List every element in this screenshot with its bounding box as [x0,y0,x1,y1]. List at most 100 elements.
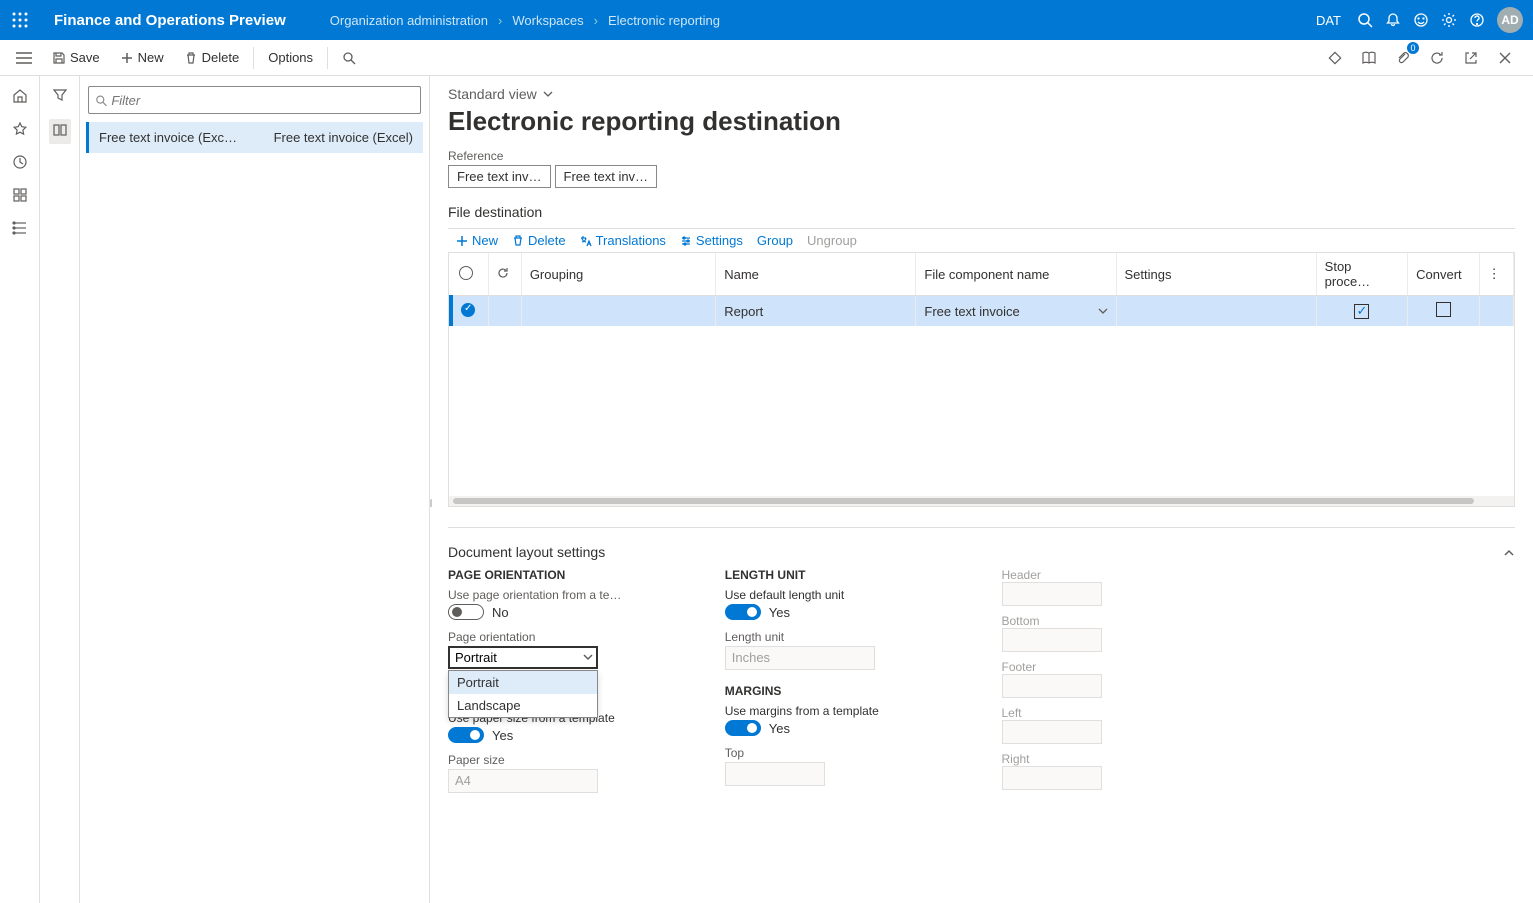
avatar[interactable]: AD [1497,7,1523,33]
refresh-icon[interactable] [497,267,509,279]
dls-section-title: Document layout settings [448,544,605,560]
badge-count: 0 [1407,42,1419,54]
option-portrait[interactable]: Portrait [449,671,597,694]
grid-delete-button[interactable]: Delete [512,233,566,248]
top-margin-input [725,762,825,786]
view-selector[interactable]: Standard view [448,86,1515,102]
delete-label: Delete [202,50,240,65]
reference-value-2[interactable]: Free text inv… [555,165,658,188]
splitter-handle[interactable]: ⦀ [430,490,434,520]
divider [253,47,254,69]
grid-settings-button[interactable]: Settings [680,233,743,248]
top-margin-label: Top [725,746,962,760]
convert-checkbox[interactable] [1436,302,1451,317]
margins-heading: MARGINS [725,684,962,698]
filter-box[interactable] [88,86,421,114]
row-select-radio[interactable] [461,303,475,317]
grid-group-button[interactable]: Group [757,233,793,248]
length-unit-label: Length unit [725,630,962,644]
smiley-icon[interactable] [1413,12,1429,28]
page-orientation-input[interactable] [448,646,598,669]
help-icon[interactable] [1469,12,1485,28]
use-margins-state: Yes [769,721,790,736]
use-default-len-toggle[interactable] [725,604,761,620]
top-right: DAT AD [1316,7,1533,33]
close-icon[interactable] [1491,44,1519,72]
company-picker[interactable]: DAT [1316,13,1341,28]
page-orientation-heading: PAGE ORIENTATION [448,568,685,582]
search-button[interactable] [332,40,366,76]
page-orientation-combo[interactable]: Portrait Landscape [448,646,598,669]
table-row[interactable]: Report Free text invoice ✓ [451,296,1514,327]
col-component[interactable]: File component name [916,253,1116,296]
option-landscape[interactable]: Landscape [449,694,597,717]
hamburger-icon[interactable] [6,40,42,76]
options-button[interactable]: Options [258,40,323,76]
stop-checkbox[interactable]: ✓ [1354,304,1369,319]
select-all-radio[interactable] [459,266,473,280]
app-title: Finance and Operations Preview [40,12,300,29]
length-unit-heading: LENGTH UNIT [725,568,962,582]
detail-panel: ⦀ Standard view Electronic reporting des… [430,76,1533,903]
chevron-up-icon[interactable] [1503,547,1515,559]
use-orient-toggle[interactable] [448,604,484,620]
chevron-down-icon[interactable] [582,651,594,666]
footer-margin-label: Footer [1002,660,1239,674]
col-stop[interactable]: Stop proce… [1316,253,1407,296]
breadcrumb-item[interactable]: Workspaces [512,13,583,28]
bell-icon[interactable] [1385,12,1401,28]
grid-ungroup-button: Ungroup [807,233,857,248]
delete-button[interactable]: Delete [174,40,250,76]
reference-value-1[interactable]: Free text inv… [448,165,551,188]
use-margins-label: Use margins from a template [725,704,962,718]
chevron-down-icon [543,89,553,99]
workspace-icon[interactable] [12,187,28,206]
modules-icon[interactable] [12,220,28,239]
col-convert[interactable]: Convert [1408,253,1480,296]
recent-icon[interactable] [12,154,28,173]
search-icon[interactable] [1357,12,1373,28]
book-icon[interactable] [1355,44,1383,72]
bottom-margin-input [1002,628,1102,652]
grid-scrollbar[interactable] [449,496,1514,506]
file-destination-section: File destination [448,204,1515,220]
grid-translations-button[interactable]: Translations [580,233,666,248]
breadcrumb-item[interactable]: Electronic reporting [608,13,720,28]
star-icon[interactable] [12,121,28,140]
new-button[interactable]: New [110,40,174,76]
filter-input[interactable] [111,93,414,108]
list-item[interactable]: Free text invoice (Exc… Free text invoic… [86,122,423,153]
page-orient-label: Page orientation [448,630,685,644]
length-unit-input: Inches [725,646,875,670]
use-paper-toggle[interactable] [448,727,484,743]
col-settings[interactable]: Settings [1116,253,1316,296]
chevron-down-icon[interactable] [1098,306,1108,316]
waffle-icon[interactable] [0,0,40,40]
attachment-icon[interactable]: 0 [1389,44,1417,72]
filter-icon[interactable] [53,88,67,105]
grid-new-button[interactable]: New [456,233,498,248]
paper-size-label: Paper size [448,753,685,767]
col-grouping[interactable]: Grouping [521,253,715,296]
grid-toolbar: New Delete Translations Settings Group U… [448,228,1515,252]
use-default-len-state: Yes [769,605,790,620]
use-paper-state: Yes [492,728,513,743]
col-more-icon[interactable]: ⋮ [1479,253,1513,296]
right-margin-input [1002,766,1102,790]
home-icon[interactable] [12,88,28,107]
related-icon[interactable] [49,119,71,144]
list-column-rail [40,76,80,903]
new-label: New [138,50,164,65]
save-button[interactable]: Save [42,40,110,76]
popout-icon[interactable] [1457,44,1485,72]
header-margin-label: Header [1002,568,1239,582]
row-component: Free text invoice [924,304,1019,319]
col-name[interactable]: Name [716,253,916,296]
file-destination-grid: Grouping Name File component name Settin… [448,252,1515,507]
diamond-icon[interactable] [1321,44,1349,72]
refresh-icon[interactable] [1423,44,1451,72]
breadcrumb-item[interactable]: Organization administration [330,13,488,28]
gear-icon[interactable] [1441,12,1457,28]
save-label: Save [70,50,100,65]
use-margins-toggle[interactable] [725,720,761,736]
